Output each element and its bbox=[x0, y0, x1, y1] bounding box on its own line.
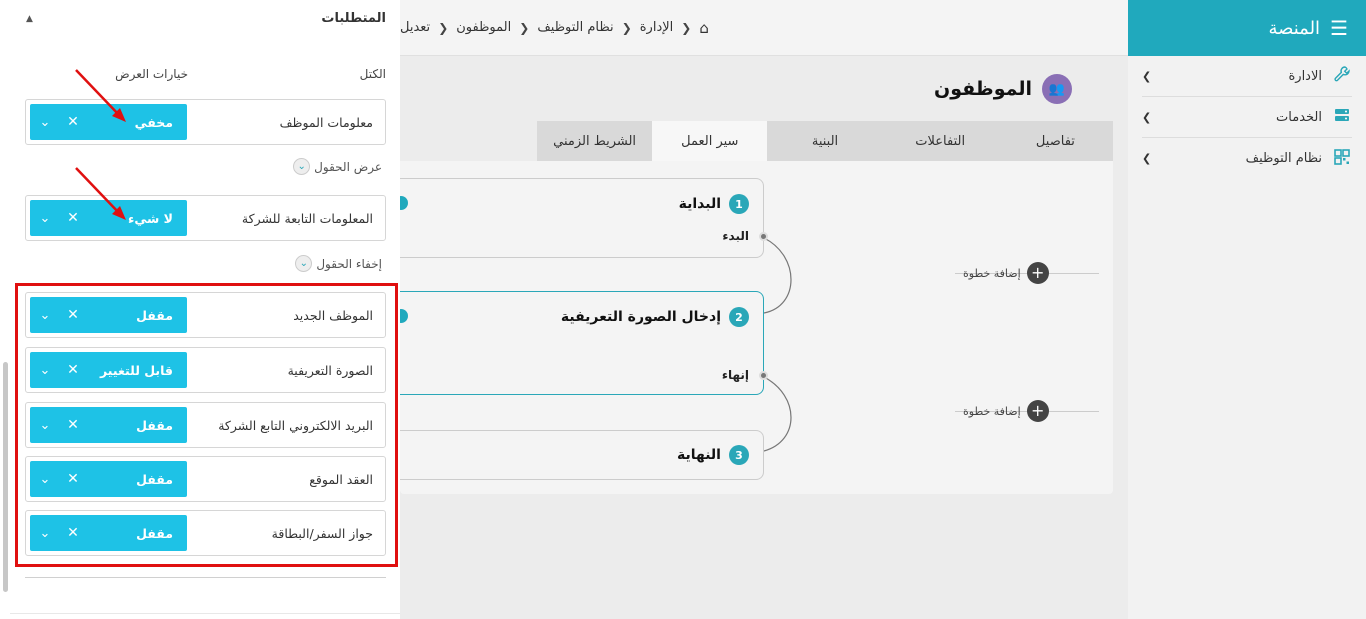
breadcrumb-item[interactable]: الإدارة bbox=[640, 20, 674, 35]
chevron-down-circle-icon: ⌄ bbox=[293, 158, 311, 175]
tab-interactions[interactable]: التفاعلات bbox=[883, 121, 998, 161]
top-bar: ⌂ ❮ الإدارة ❮ نظام التوظيف ❮ الموظفون ❮ … bbox=[400, 0, 1128, 56]
sidebar-item-label: الخدمات bbox=[1276, 109, 1322, 125]
annotation-arrow-icon bbox=[75, 167, 126, 220]
page-title-row: 👥 الموظفون bbox=[934, 74, 1072, 104]
chevron-icon: ❮ bbox=[438, 20, 449, 35]
chevron-down-icon: ❯ bbox=[1142, 69, 1152, 83]
collapse-caret-icon[interactable]: ▲ bbox=[26, 14, 33, 24]
home-icon[interactable]: ⌂ bbox=[699, 19, 709, 37]
step-number: 1 bbox=[729, 194, 749, 214]
tab-timeline[interactable]: الشريط الزمني bbox=[537, 121, 652, 161]
chevron-down-circle-icon: ⌄ bbox=[295, 255, 313, 272]
annotation-arrow-icon bbox=[75, 69, 126, 122]
users-icon: 👥 bbox=[1042, 74, 1072, 104]
chevron-down-icon[interactable]: ⌄ bbox=[30, 211, 60, 226]
hide-fields-toggle[interactable]: إخفاء الحقول ⌄ bbox=[295, 255, 382, 272]
requirements-panel: المتطلبات ▲ الكتل خيارات العرض معلومات ا… bbox=[0, 0, 400, 619]
step-name: إدخال الصورة التعريفية bbox=[560, 309, 721, 325]
workflow-step-end[interactable]: 3 النهاية bbox=[400, 430, 764, 480]
divider bbox=[10, 613, 400, 614]
tab-details[interactable]: تفاصيل bbox=[998, 121, 1113, 161]
chevron-icon: ❮ bbox=[519, 20, 530, 35]
chevron-down-icon[interactable]: ⌄ bbox=[30, 115, 60, 130]
connector-dot bbox=[759, 232, 768, 241]
block-name: معلومات الموظف bbox=[279, 114, 373, 130]
tab-workflow[interactable]: سير العمل bbox=[652, 121, 768, 161]
breadcrumb-item[interactable]: الموظفون bbox=[456, 20, 511, 35]
sidebar-item-administration[interactable]: الادارة ❯ bbox=[1142, 56, 1352, 97]
sidebar-item-services[interactable]: الخدمات ❯ bbox=[1142, 97, 1352, 138]
step-action[interactable]: إنهاء bbox=[400, 368, 763, 382]
sidebar-title: المنصة bbox=[1268, 17, 1321, 39]
scrollbar[interactable] bbox=[3, 362, 8, 592]
sidebar: ☰ المنصة الادارة ❯ الخدمات ❯ نظام التوظي… bbox=[1128, 0, 1366, 619]
step-name: البداية bbox=[678, 196, 721, 212]
add-step-button[interactable]: + إضافة خطوة bbox=[963, 400, 1049, 422]
chevron-icon: ❮ bbox=[621, 20, 632, 35]
tab-structure[interactable]: البنية bbox=[767, 121, 882, 161]
sidebar-header: ☰ المنصة bbox=[1128, 0, 1366, 56]
step-name: النهاية bbox=[676, 447, 721, 463]
step-number: 3 bbox=[729, 445, 749, 465]
chevron-down-icon: ❯ bbox=[1142, 152, 1152, 165]
divider bbox=[25, 577, 386, 578]
breadcrumb-item-current: تعديل bbox=[400, 20, 431, 35]
add-step-button[interactable]: + إضافة خطوة bbox=[963, 262, 1049, 284]
show-fields-toggle[interactable]: عرض الحقول ⌄ bbox=[293, 158, 382, 175]
breadcrumb-item[interactable]: نظام التوظيف bbox=[537, 20, 613, 35]
chevron-icon: ❮ bbox=[681, 20, 692, 35]
sidebar-item-recruitment[interactable]: نظام التوظيف ❯ bbox=[1142, 138, 1352, 179]
highlight-frame bbox=[15, 283, 398, 567]
toggle-label: إخفاء الحقول bbox=[316, 256, 382, 271]
column-header-blocks: الكتل bbox=[359, 67, 386, 81]
block-name: المعلومات التابعة للشركة bbox=[241, 210, 373, 226]
step-action[interactable]: البدء bbox=[400, 229, 763, 243]
main-content: ⌂ ❮ الإدارة ❮ نظام التوظيف ❮ الموظفون ❮ … bbox=[394, 0, 1128, 619]
tab-bar: تفاصيل التفاعلات البنية سير العمل الشريط… bbox=[537, 121, 1113, 161]
requirements-title: المتطلبات bbox=[321, 11, 386, 26]
wrench-icon bbox=[1332, 66, 1352, 86]
connector-dot bbox=[759, 371, 768, 380]
sidebar-item-label: نظام التوظيف bbox=[1245, 151, 1322, 166]
add-step-label: إضافة خطوة bbox=[963, 266, 1021, 280]
workflow-step-profile-photo[interactable]: 2 إدخال الصورة التعريفية إنهاء bbox=[400, 291, 764, 395]
sidebar-item-label: الادارة bbox=[1288, 68, 1322, 84]
workflow-step-start[interactable]: 1 البداية البدء bbox=[400, 178, 764, 258]
server-icon bbox=[1332, 107, 1352, 127]
breadcrumb: ⌂ ❮ الإدارة ❮ نظام التوظيف ❮ الموظفون ❮ … bbox=[400, 19, 709, 37]
hamburger-menu-icon[interactable]: ☰ bbox=[1330, 16, 1348, 40]
step-number: 2 bbox=[729, 307, 749, 327]
qrcode-icon bbox=[1332, 148, 1352, 169]
add-step-label: إضافة خطوة bbox=[963, 404, 1021, 418]
chevron-down-icon: ❯ bbox=[1142, 110, 1152, 124]
plus-icon: + bbox=[1026, 400, 1049, 422]
toggle-label: عرض الحقول bbox=[314, 159, 382, 174]
workflow-panel: 1 البداية البدء + إضافة خطوة 2 إدخال الص… bbox=[394, 161, 1113, 494]
plus-icon: + bbox=[1026, 262, 1049, 284]
page-title: الموظفون bbox=[934, 78, 1032, 100]
